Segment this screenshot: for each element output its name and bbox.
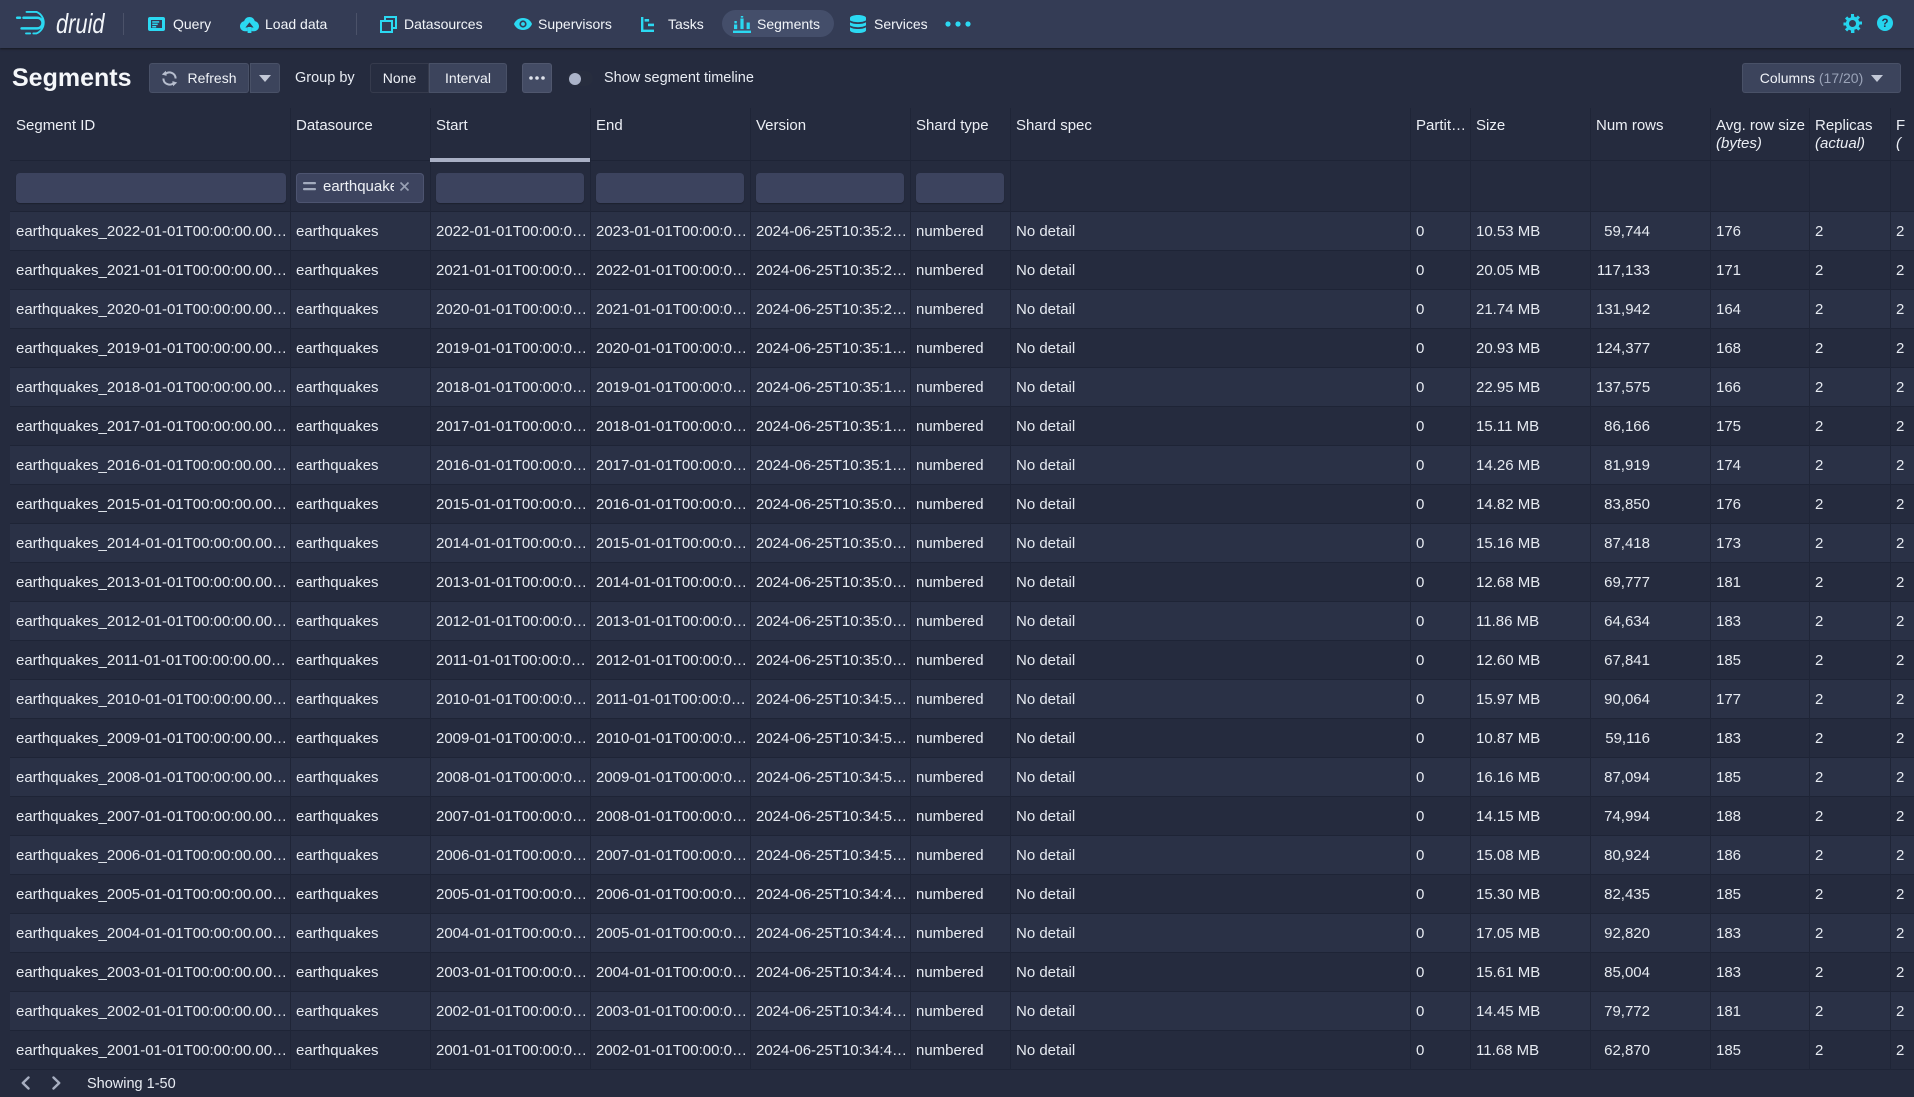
svg-text:?: ?	[1881, 18, 1888, 30]
